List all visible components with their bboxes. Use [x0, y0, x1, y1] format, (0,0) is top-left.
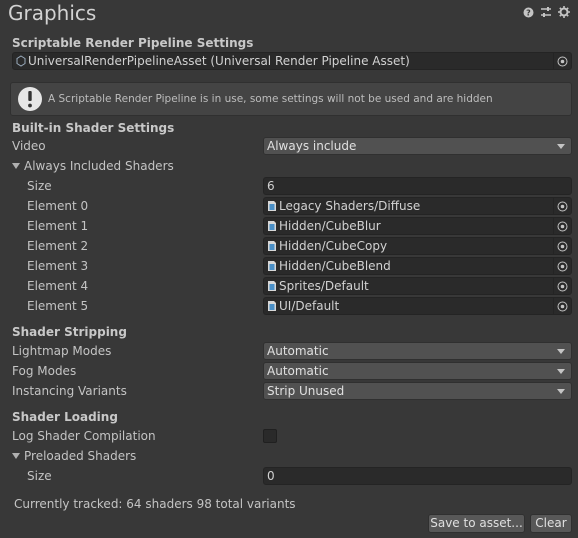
element-label: Element 3 [27, 259, 89, 273]
svg-text:?: ? [526, 8, 531, 17]
chevron-down-icon [557, 369, 565, 374]
clear-button[interactable]: Clear [530, 514, 572, 533]
stripping-heading: Shader Stripping [12, 325, 127, 339]
fog-dropdown[interactable]: Automatic [263, 362, 572, 380]
shader-value: Hidden/CubeCopy [279, 239, 388, 253]
object-picker-icon[interactable] [553, 198, 571, 214]
shader-value: Hidden/CubeBlend [279, 259, 391, 273]
chevron-down-icon [557, 349, 565, 354]
shader-icon [267, 220, 277, 232]
object-picker-icon[interactable] [553, 53, 571, 69]
shader-icon [267, 240, 277, 252]
element-label: Element 0 [27, 199, 89, 213]
size-input[interactable]: 6 [263, 177, 572, 195]
log-compilation-label: Log Shader Compilation [12, 429, 156, 443]
shader-icon [267, 280, 277, 292]
srp-help-box: A Scriptable Render Pipeline is in use, … [10, 82, 572, 116]
shader-object-field[interactable]: Hidden/CubeBlur [263, 217, 572, 235]
always-included-label: Always Included Shaders [24, 159, 174, 173]
settings-icon[interactable] [558, 6, 570, 18]
object-picker-icon[interactable] [553, 258, 571, 274]
shader-object-field[interactable]: Hidden/CubeCopy [263, 237, 572, 255]
shader-object-field[interactable]: Hidden/CubeBlend [263, 257, 572, 275]
preloaded-size-label: Size [27, 469, 52, 483]
size-label: Size [27, 179, 52, 193]
log-compilation-checkbox[interactable] [263, 429, 277, 443]
element-label: Element 4 [27, 279, 89, 293]
render-pipeline-asset-icon [16, 55, 26, 67]
shader-value: Hidden/CubeBlur [279, 219, 381, 233]
video-value: Always include [267, 139, 357, 153]
always-included-foldout[interactable]: Always Included Shaders [12, 158, 174, 174]
header-icons: ? [522, 6, 570, 18]
element-label: Element 2 [27, 239, 89, 253]
instancing-dropdown[interactable]: Strip Unused [263, 382, 572, 400]
lightmap-value: Automatic [267, 344, 329, 358]
window-title: Graphics [8, 1, 97, 25]
element-label: Element 5 [27, 299, 89, 313]
shader-value: UI/Default [279, 299, 340, 313]
fog-label: Fog Modes [12, 364, 77, 378]
shader-value: Legacy Shaders/Diffuse [279, 199, 421, 213]
shader-object-field[interactable]: UI/Default [263, 297, 572, 315]
preloaded-foldout[interactable]: Preloaded Shaders [12, 448, 136, 464]
shader-value: Sprites/Default [279, 279, 369, 293]
foldout-arrow-icon [12, 163, 20, 169]
object-picker-icon[interactable] [553, 298, 571, 314]
shader-object-field[interactable]: Legacy Shaders/Diffuse [263, 197, 572, 215]
shader-icon [267, 300, 277, 312]
video-dropdown[interactable]: Always include [263, 137, 572, 155]
warning-icon [17, 86, 43, 115]
preloaded-label: Preloaded Shaders [24, 449, 137, 463]
video-label: Video [12, 139, 46, 153]
foldout-arrow-icon [12, 453, 20, 459]
object-picker-icon[interactable] [553, 238, 571, 254]
chevron-down-icon [557, 144, 565, 149]
element-label: Element 1 [27, 219, 89, 233]
srp-asset-value: UniversalRenderPipelineAsset (Universal … [28, 54, 410, 68]
builtin-heading: Built-in Shader Settings [12, 121, 175, 135]
shader-icon [267, 260, 277, 272]
srp-asset-field[interactable]: UniversalRenderPipelineAsset (Universal … [12, 52, 572, 70]
object-picker-icon[interactable] [553, 218, 571, 234]
object-picker-icon[interactable] [553, 278, 571, 294]
lightmap-label: Lightmap Modes [12, 344, 112, 358]
help-icon[interactable]: ? [522, 6, 534, 18]
help-message: A Scriptable Render Pipeline is in use, … [48, 93, 493, 105]
save-to-asset-button[interactable]: Save to asset... [428, 514, 525, 533]
lightmap-dropdown[interactable]: Automatic [263, 342, 572, 360]
preset-icon[interactable] [540, 6, 552, 18]
loading-heading: Shader Loading [12, 410, 118, 424]
tracked-text: Currently tracked: 64 shaders 98 total v… [14, 497, 296, 511]
shader-object-field[interactable]: Sprites/Default [263, 277, 572, 295]
chevron-down-icon [557, 389, 565, 394]
shader-icon [267, 200, 277, 212]
fog-value: Automatic [267, 364, 329, 378]
preloaded-size-input[interactable]: 0 [263, 467, 572, 485]
instancing-value: Strip Unused [267, 384, 345, 398]
srp-heading: Scriptable Render Pipeline Settings [12, 36, 254, 50]
instancing-label: Instancing Variants [12, 384, 127, 398]
